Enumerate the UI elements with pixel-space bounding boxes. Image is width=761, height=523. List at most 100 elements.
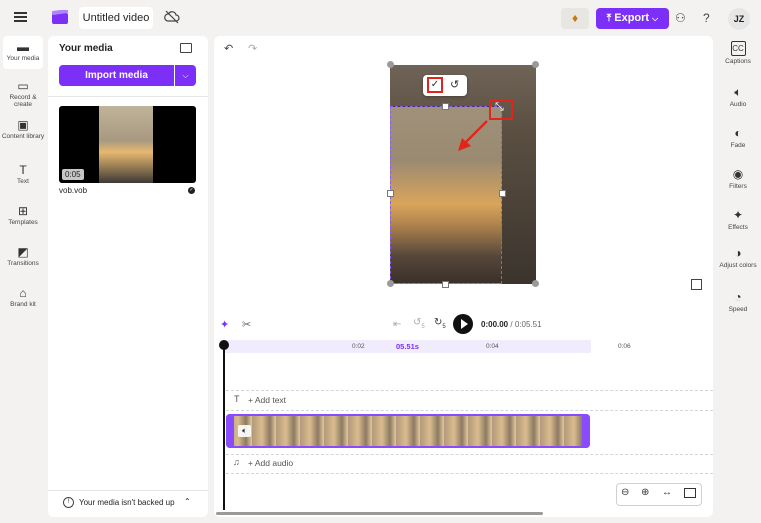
rail-label: Speed <box>728 306 748 313</box>
project-title-field[interactable]: Untitled video <box>79 7 153 29</box>
premium-diamond-icon[interactable]: ♦ <box>561 8 589 29</box>
brand-kit-icon: ⌂ <box>19 286 27 300</box>
rail-item-captions[interactable]: CC Captions <box>718 41 758 65</box>
crop-handle-bottom[interactable] <box>442 281 449 288</box>
clip-filename: vob.vob <box>59 186 88 195</box>
effects-icon: ✦ <box>732 208 744 222</box>
clipchamp-logo <box>51 9 69 24</box>
resize-handle-top-right[interactable] <box>532 61 539 68</box>
rail-item-text[interactable]: T Text <box>1 164 45 185</box>
total-time: 0:05.51 <box>514 320 542 329</box>
rewind-5-label: 5 <box>421 324 425 330</box>
clip-audio-icon[interactable]: 🔈︎ <box>238 425 251 437</box>
time-display: 0:00.00 / 0:05.51 <box>481 320 542 329</box>
media-divider <box>48 96 208 97</box>
adjust-colors-icon: ◑ <box>734 246 742 260</box>
play-icon <box>461 319 468 329</box>
time-separator: / <box>510 320 513 329</box>
transitions-icon: ◩ <box>17 245 29 259</box>
rail-item-your-media[interactable]: ▬ Your media <box>1 41 45 62</box>
speed-icon: ◔ <box>734 290 742 304</box>
redo-icon[interactable]: ↷ <box>248 42 257 55</box>
clip-right-trim-handle[interactable] <box>582 414 590 448</box>
backup-notice[interactable]: Your media isn't backed up <box>79 498 175 507</box>
red-arrow-annotation <box>458 120 488 151</box>
import-options-chevron-icon[interactable]: ⌵ <box>175 65 196 86</box>
rail-item-fade[interactable]: ◐ Fade <box>718 126 758 150</box>
hamburger-menu-icon[interactable] <box>14 12 27 22</box>
fit-timeline-icon[interactable] <box>684 488 696 498</box>
undo-icon[interactable]: ↶ <box>224 42 233 55</box>
rail-label: Text <box>17 178 29 185</box>
crop-handle-top[interactable] <box>442 103 449 110</box>
zoom-out-icon[interactable]: ⊖ <box>621 487 629 498</box>
cloud-sync-off-icon[interactable] <box>164 10 180 24</box>
collapse-panel-icon[interactable] <box>180 43 192 53</box>
filters-icon: ◉ <box>732 167 744 181</box>
resize-handle-bottom-right[interactable] <box>532 280 539 287</box>
split-scissors-icon[interactable]: ✂ <box>242 318 251 331</box>
ruler-tick-0-06: 0:06 <box>618 343 631 350</box>
rail-item-audio[interactable]: 🔈︎ Audio <box>718 85 758 109</box>
text-icon: T <box>19 163 27 177</box>
rail-label: Captions <box>725 58 751 65</box>
music-note-icon: ♫ <box>233 457 240 467</box>
folder-icon: ▬ <box>17 40 29 54</box>
crop-handle-right[interactable] <box>499 190 506 197</box>
resize-handle-bottom-left[interactable] <box>387 280 394 287</box>
text-track-icon: T <box>234 394 240 404</box>
rail-item-brand-kit[interactable]: ⌂ Brand kit <box>1 287 45 308</box>
rail-item-record-create[interactable]: ▭ Record & create <box>1 80 45 108</box>
fullscreen-icon[interactable] <box>691 279 702 290</box>
play-button[interactable] <box>453 314 473 334</box>
export-button[interactable]: ⤒ Export ⌵ <box>596 8 669 29</box>
library-icon: ▣ <box>17 118 29 132</box>
import-media-button[interactable]: Import media <box>59 65 174 86</box>
fit-width-icon[interactable]: ↔ <box>662 487 672 498</box>
rail-label: Transitions <box>7 260 39 267</box>
backup-divider <box>48 490 208 491</box>
video-clip-track[interactable] <box>226 414 590 448</box>
reset-crop-icon[interactable]: ↺ <box>450 78 459 91</box>
speaker-icon: 🔈︎ <box>734 85 742 99</box>
rail-label: Templates <box>8 219 38 226</box>
text-track-lane[interactable] <box>226 390 713 411</box>
check-circle-icon: ✓ <box>188 187 195 194</box>
forward-5-icon[interactable]: ↻5 <box>434 317 446 330</box>
current-time: 0:00.00 <box>481 320 509 329</box>
rail-label: Filters <box>729 183 747 190</box>
help-button[interactable]: ? <box>703 11 710 25</box>
resize-handle-top-left[interactable] <box>387 61 394 68</box>
media-thumbnail[interactable]: 0:05 <box>59 106 196 183</box>
thumbnail-image <box>99 106 153 183</box>
rail-item-content-library[interactable]: ▣ Content library <box>1 119 45 140</box>
skip-to-start-icon[interactable]: ⇤ <box>393 319 401 330</box>
audio-track-lane[interactable] <box>226 454 713 474</box>
templates-icon: ⊞ <box>17 204 29 218</box>
upload-icon: ⤒ <box>606 13 612 24</box>
rewind-5-icon[interactable]: ↺5 <box>413 317 425 330</box>
magic-sparkle-icon[interactable]: ✦ <box>220 318 229 331</box>
rail-label: Audio <box>729 101 747 108</box>
chevron-up-icon[interactable]: ⌃ <box>184 497 191 506</box>
rail-item-templates[interactable]: ⊞ Templates <box>1 205 45 226</box>
avatar[interactable]: JZ <box>728 8 750 30</box>
rail-label: Your media <box>6 55 40 62</box>
fade-icon: ◐ <box>734 126 742 140</box>
clip-left-trim-handle[interactable] <box>226 414 234 448</box>
playhead-line[interactable] <box>223 348 225 510</box>
share-people-icon[interactable]: ⚇ <box>675 11 686 25</box>
rail-item-transitions[interactable]: ◩ Transitions <box>1 246 45 267</box>
rail-item-effects[interactable]: ✦ Effects <box>718 208 758 232</box>
rail-item-filters[interactable]: ◉ Filters <box>718 167 758 191</box>
crop-handle-left[interactable] <box>387 190 394 197</box>
confirm-crop-check-icon[interactable]: ✓ <box>427 77 443 93</box>
zoom-in-icon[interactable]: ⊕ <box>641 487 649 498</box>
clip-duration-badge: 0:05 <box>62 169 84 180</box>
chevron-down-icon: ⌵ <box>652 14 659 23</box>
add-text-label[interactable]: + Add text <box>248 395 286 405</box>
horizontal-scrollbar[interactable] <box>216 512 543 515</box>
add-audio-label[interactable]: + Add audio <box>248 458 293 468</box>
rail-item-adjust-colors[interactable]: ◑ Adjust colors <box>718 246 758 270</box>
rail-item-speed[interactable]: ◔ Speed <box>718 290 758 314</box>
